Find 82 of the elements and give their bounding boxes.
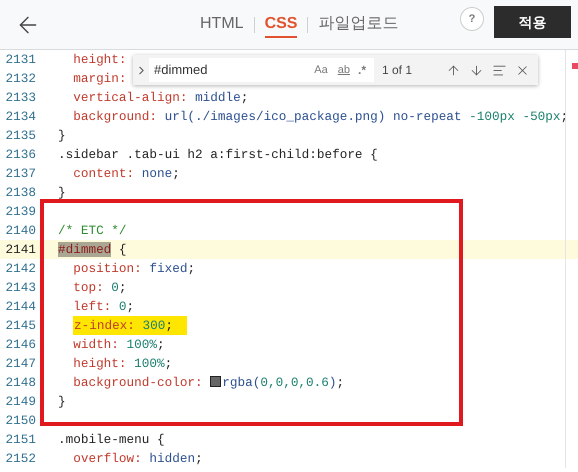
selector-text: .mobile-menu { — [58, 432, 165, 447]
match-case-toggle[interactable]: Aa — [314, 62, 328, 78]
help-button[interactable]: ? — [460, 7, 484, 31]
punctuation-text: ; — [187, 260, 196, 276]
whole-word-toggle[interactable]: ab — [338, 62, 350, 78]
value-text: ) — [328, 374, 337, 390]
value-text: url(./images/ico_package.png) no-repeat — [164, 108, 463, 124]
editor-tab[interactable]: HTML — [200, 12, 244, 38]
line-number: 2147 — [4, 354, 36, 373]
property-text: position: — [72, 260, 143, 276]
property-text: overflow: — [72, 450, 143, 466]
property-text: height: — [72, 52, 127, 67]
property-text: content: — [72, 166, 136, 181]
property-text: width: — [72, 336, 120, 352]
punctuation-text: ; — [126, 298, 134, 314]
line-number: 2152 — [4, 450, 36, 468]
search-match: #dimmed — [58, 242, 112, 257]
property-text: height: — [72, 356, 128, 371]
apply-button[interactable]: 적용 — [494, 6, 571, 38]
number-text: 300 — [142, 318, 166, 333]
punctuation-text: } — [58, 184, 66, 200]
line-number: 2133 — [4, 88, 36, 107]
comment-text: /* ETC */ — [58, 222, 127, 238]
property-text: left: — [72, 298, 112, 314]
punctuation-text: } — [58, 128, 66, 143]
number-text: 100% — [134, 356, 165, 371]
number-text: 0 — [111, 280, 119, 295]
punctuation-text: } — [58, 394, 66, 409]
editor-tab[interactable]: 파일업로드 — [318, 12, 398, 38]
punctuation-text: ; — [560, 108, 568, 124]
line-number: 2149 — [4, 392, 36, 411]
selector-text: .sidebar .tab-ui h2 a:first-child:before { — [58, 146, 378, 162]
number-text: 100% — [126, 336, 157, 352]
punctuation-text: ; — [157, 336, 165, 352]
line-number: 2146 — [4, 336, 36, 354]
punctuation-text: ; — [195, 450, 203, 466]
search-query: #dimmed — [154, 61, 208, 80]
value-text: middle — [195, 90, 241, 105]
line-number: 2143 — [4, 278, 36, 297]
value-text: rgba( — [222, 374, 260, 390]
line-number: 2139 — [4, 202, 36, 221]
value-text: none — [142, 166, 172, 181]
line-number: 2135 — [4, 126, 36, 145]
number-text: -100px -50px — [469, 108, 561, 124]
line-number: 2134 — [4, 108, 36, 126]
line-number: 2150 — [4, 412, 36, 430]
selector-text: { — [118, 242, 127, 257]
value-text: hidden — [149, 450, 196, 466]
line-number: 2151 — [4, 430, 36, 449]
number-text: 0 — [118, 298, 127, 314]
line-number: 2145 — [4, 316, 36, 335]
punctuation-text: ; — [240, 90, 248, 105]
line-number: 2138 — [4, 184, 36, 202]
punctuation-text: ; — [164, 356, 172, 371]
line-number: 2141 — [4, 240, 36, 259]
line-number: 2140 — [4, 222, 36, 240]
line-number: 2136 — [4, 146, 36, 164]
property-text: margin: — [72, 70, 127, 86]
line-number: 2132 — [4, 70, 36, 88]
match-count: 1 of 1 — [382, 62, 412, 79]
property-text: z-index: — [74, 318, 136, 333]
editor-tab[interactable]: CSS — [264, 12, 298, 38]
property-text: top: — [72, 280, 105, 295]
number-text: 0,0,0,0.6 — [260, 374, 329, 390]
color-swatch-icon — [210, 376, 222, 387]
punctuation-text: ; — [172, 166, 180, 181]
value-text: fixed — [149, 260, 188, 276]
line-number: 2148 — [4, 374, 36, 392]
punctuation-text: ; — [118, 280, 127, 295]
line-number: 2142 — [4, 260, 36, 278]
scroll-marker — [572, 63, 578, 69]
line-number: 2131 — [4, 50, 36, 69]
punctuation-text: ; — [336, 374, 344, 390]
property-text: vertical-align: — [72, 90, 188, 105]
regex-toggle[interactable]: .* — [358, 61, 366, 79]
find-in-selection-icon[interactable] — [492, 62, 507, 78]
line-number: 2137 — [4, 164, 36, 183]
line-number: 2144 — [4, 298, 36, 316]
property-text: background: — [72, 108, 158, 124]
property-text: background-color: — [72, 374, 204, 390]
punctuation-text: ; — [165, 318, 173, 333]
find-input[interactable]: #dimmed Aa ab .* — [149, 58, 374, 82]
